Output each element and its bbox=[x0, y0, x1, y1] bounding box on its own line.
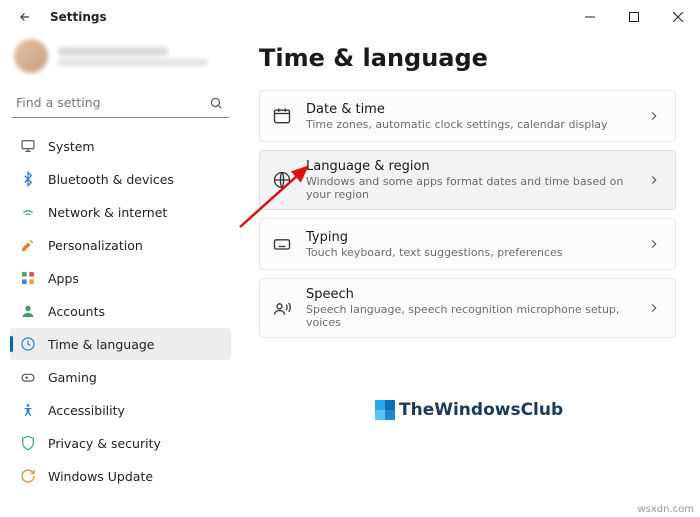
sidebar-item-label: Time & language bbox=[48, 337, 154, 352]
sidebar-item-gaming[interactable]: Gaming bbox=[10, 361, 231, 393]
accounts-icon bbox=[20, 303, 36, 319]
card-subtitle: Windows and some apps format dates and t… bbox=[306, 175, 633, 201]
bluetooth-icon bbox=[20, 171, 36, 187]
keyboard-icon bbox=[272, 234, 292, 254]
sidebar-item-apps[interactable]: Apps bbox=[10, 262, 231, 294]
globe-icon bbox=[272, 170, 292, 190]
profile-section[interactable] bbox=[10, 34, 231, 78]
sidebar-item-time[interactable]: Time & language bbox=[10, 328, 231, 360]
close-button[interactable] bbox=[656, 0, 700, 34]
sidebar-item-label: Bluetooth & devices bbox=[48, 172, 174, 187]
sidebar-item-label: Network & internet bbox=[48, 205, 167, 220]
card-title: Language & region bbox=[306, 159, 633, 174]
sidebar-item-label: Personalization bbox=[48, 238, 143, 253]
settings-cards: Date & time Time zones, automatic clock … bbox=[259, 90, 676, 338]
watermark-text: TheWindowsClub bbox=[399, 400, 563, 420]
chevron-right-icon bbox=[647, 301, 661, 315]
card-title: Speech bbox=[306, 287, 633, 302]
sidebar-item-network[interactable]: Network & internet bbox=[10, 196, 231, 228]
maximize-button[interactable] bbox=[612, 0, 656, 34]
time-icon bbox=[20, 336, 36, 352]
close-icon bbox=[673, 12, 683, 22]
card-title: Date & time bbox=[306, 102, 633, 117]
watermark: TheWindowsClub bbox=[375, 400, 563, 420]
sidebar-item-label: Apps bbox=[48, 271, 79, 286]
avatar bbox=[14, 39, 48, 73]
window-title: Settings bbox=[50, 10, 107, 24]
nav-list: System Bluetooth & devices Network & inter… bbox=[10, 130, 231, 492]
setting-card-globe[interactable]: Language & region Windows and some apps … bbox=[259, 150, 676, 210]
sidebar-item-system[interactable]: System bbox=[10, 130, 231, 162]
privacy-icon bbox=[20, 435, 36, 451]
sidebar-item-update[interactable]: Windows Update bbox=[10, 460, 231, 492]
setting-card-speech[interactable]: Speech Speech language, speech recogniti… bbox=[259, 278, 676, 338]
card-subtitle: Touch keyboard, text suggestions, prefer… bbox=[306, 246, 633, 259]
main-content: Time & language Date & time Time zones, … bbox=[237, 34, 700, 499]
apps-icon bbox=[20, 270, 36, 286]
personalization-icon bbox=[20, 237, 36, 253]
setting-card-keyboard[interactable]: Typing Touch keyboard, text suggestions,… bbox=[259, 218, 676, 270]
gaming-icon bbox=[20, 369, 36, 385]
search-box[interactable] bbox=[12, 88, 229, 118]
sidebar-item-label: Accounts bbox=[48, 304, 105, 319]
accessibility-icon bbox=[20, 402, 36, 418]
sidebar-item-bluetooth[interactable]: Bluetooth & devices bbox=[10, 163, 231, 195]
sidebar-item-label: Gaming bbox=[48, 370, 97, 385]
update-icon bbox=[20, 468, 36, 484]
card-subtitle: Speech language, speech recognition micr… bbox=[306, 303, 633, 329]
maximize-icon bbox=[629, 12, 639, 22]
attribution-text: wsxdn.com bbox=[637, 504, 694, 515]
sidebar-item-personalization[interactable]: Personalization bbox=[10, 229, 231, 261]
sidebar: System Bluetooth & devices Network & inter… bbox=[0, 34, 237, 499]
minimize-icon bbox=[585, 12, 595, 22]
sidebar-item-label: Accessibility bbox=[48, 403, 125, 418]
clock-icon bbox=[272, 106, 292, 126]
search-icon bbox=[209, 96, 223, 110]
chevron-right-icon bbox=[647, 237, 661, 251]
sidebar-item-accessibility[interactable]: Accessibility bbox=[10, 394, 231, 426]
setting-card-clock[interactable]: Date & time Time zones, automatic clock … bbox=[259, 90, 676, 142]
chevron-right-icon bbox=[647, 109, 661, 123]
network-icon bbox=[20, 204, 36, 220]
sidebar-item-accounts[interactable]: Accounts bbox=[10, 295, 231, 327]
back-button[interactable] bbox=[14, 6, 36, 28]
search-input[interactable] bbox=[16, 95, 209, 110]
sidebar-item-label: Windows Update bbox=[48, 469, 153, 484]
page-title: Time & language bbox=[259, 44, 676, 72]
chevron-right-icon bbox=[647, 173, 661, 187]
system-icon bbox=[20, 138, 36, 154]
minimize-button[interactable] bbox=[568, 0, 612, 34]
card-subtitle: Time zones, automatic clock settings, ca… bbox=[306, 118, 633, 131]
speech-icon bbox=[272, 298, 292, 318]
sidebar-item-label: Privacy & security bbox=[48, 436, 161, 451]
arrow-left-icon bbox=[18, 10, 32, 24]
sidebar-item-privacy[interactable]: Privacy & security bbox=[10, 427, 231, 459]
card-title: Typing bbox=[306, 230, 633, 245]
sidebar-item-label: System bbox=[48, 139, 95, 154]
watermark-logo-icon bbox=[375, 400, 395, 420]
titlebar: Settings bbox=[0, 0, 700, 34]
